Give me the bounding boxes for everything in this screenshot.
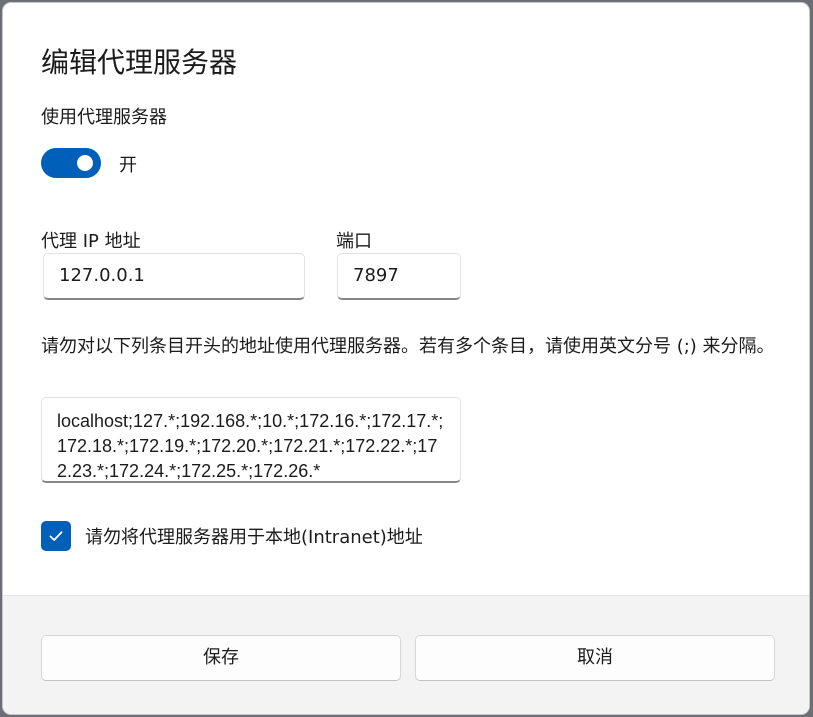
exceptions-text: localhost;127.*;192.168.*;10.*;172.16.*;… — [57, 411, 444, 481]
proxy-ip-input[interactable]: 127.0.0.1 — [43, 253, 305, 300]
exceptions-textarea[interactable]: localhost;127.*;192.168.*;10.*;172.16.*;… — [41, 397, 461, 483]
port-input[interactable]: 7897 — [337, 253, 461, 300]
local-bypass-checkbox[interactable] — [41, 521, 71, 551]
port-label: 端口 — [336, 231, 372, 252]
dialog-footer: 保存 取消 — [3, 595, 809, 714]
edit-proxy-dialog: 编辑代理服务器 使用代理服务器 开 代理 IP 地址 127.0.0.1 端口 … — [2, 2, 810, 715]
use-proxy-toggle[interactable] — [41, 148, 101, 178]
dialog-title: 编辑代理服务器 — [41, 46, 238, 79]
toggle-state-text: 开 — [119, 155, 137, 176]
cancel-button[interactable]: 取消 — [415, 635, 775, 681]
save-button[interactable]: 保存 — [41, 635, 401, 681]
proxy-ip-label: 代理 IP 地址 — [41, 231, 141, 252]
use-proxy-label: 使用代理服务器 — [41, 107, 167, 128]
toggle-knob — [77, 155, 93, 171]
local-bypass-label: 请勿将代理服务器用于本地(Intranet)地址 — [85, 527, 423, 548]
checkmark-icon — [49, 531, 63, 541]
exceptions-description: 请勿对以下列条目开头的地址使用代理服务器。若有多个条目，请使用英文分号 (;) … — [41, 336, 775, 357]
